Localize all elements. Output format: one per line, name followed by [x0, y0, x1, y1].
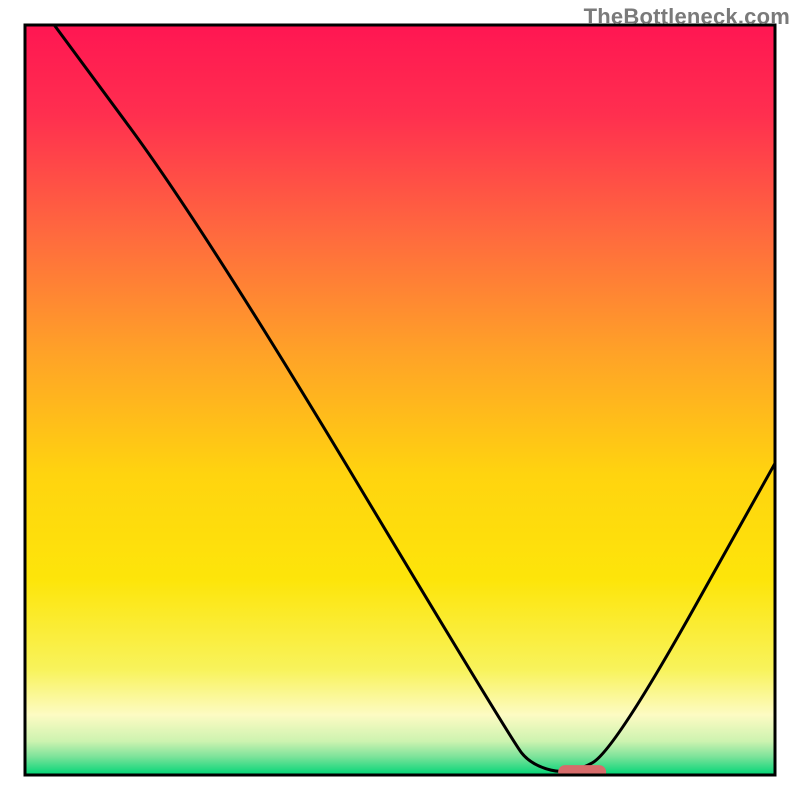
watermark-label: TheBottleneck.com	[584, 4, 790, 30]
optimal-marker	[558, 765, 606, 779]
bottleneck-chart	[0, 0, 800, 800]
